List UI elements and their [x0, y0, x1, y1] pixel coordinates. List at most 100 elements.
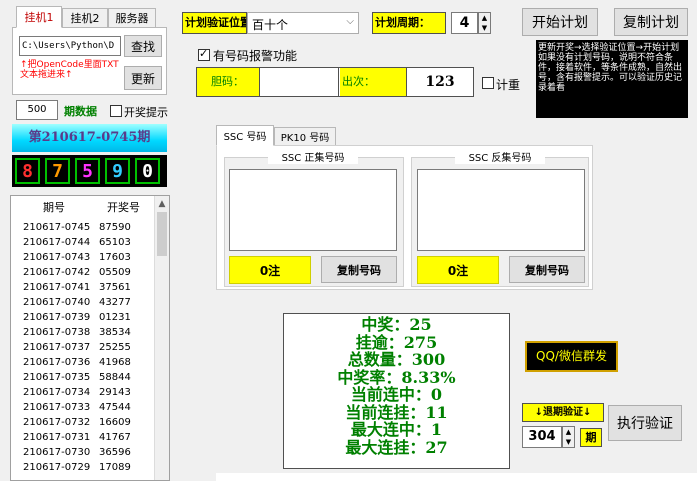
row-number: 58844 — [99, 372, 131, 383]
stepper-up-icon[interactable]: ▲ — [563, 427, 574, 437]
counter-checkbox[interactable] — [482, 77, 494, 89]
scroll-thumb[interactable] — [157, 212, 167, 256]
table-row[interactable]: 210617-0733 47544 — [11, 400, 169, 415]
row-issue: 210617-0738 — [23, 327, 91, 338]
row-number: 43277 — [99, 297, 131, 308]
backtest-label: ↓退期验证↓ — [522, 403, 604, 422]
update-button[interactable]: 更新 — [124, 66, 162, 90]
row-number: 47544 — [99, 402, 131, 413]
row-issue: 210617-0742 — [23, 267, 91, 278]
history-scrollbar[interactable]: ▲ — [154, 196, 169, 480]
digit-5: 0 — [135, 158, 160, 184]
table-row[interactable]: 210617-0736 41968 — [11, 355, 169, 370]
backtest-unit: 期 — [580, 428, 602, 447]
scroll-up-icon[interactable]: ▲ — [155, 196, 169, 212]
table-row[interactable]: 210617-0730 36596 — [11, 445, 169, 460]
stat-rate: 中奖率：8.33% — [337, 367, 456, 387]
negative-group-title: SSC 反集号码 — [455, 149, 545, 164]
stepper-down-icon[interactable]: ▼ — [563, 437, 574, 447]
path-input-value: C:\Users\Python\D — [22, 41, 115, 51]
history-header-issue: 期号 — [43, 201, 65, 214]
row-number: 17089 — [99, 462, 131, 473]
table-row[interactable]: 210617-0737 25255 — [11, 340, 169, 355]
table-row[interactable]: 210617-0743 17603 — [11, 250, 169, 265]
copy-positive-button[interactable]: 复制号码 — [321, 256, 397, 283]
stepper-up-icon[interactable]: ▲ — [479, 13, 490, 23]
history-rows: 210617-0745 87590 210617-0744 65103 210617-0… — [11, 220, 169, 475]
path-input[interactable]: C:\Users\Python\D — [19, 36, 121, 56]
stat-current-win: 当前连中：0 — [350, 385, 443, 404]
table-row[interactable]: 210617-0735 58844 — [11, 370, 169, 385]
chevron-down-icon: ⌵ — [346, 16, 354, 27]
table-row[interactable]: 210617-0729 17089 — [11, 460, 169, 475]
plan-cycle-input[interactable]: 4 — [451, 12, 478, 34]
stat-max-miss: 最大连挂：27 — [345, 437, 448, 457]
row-issue: 210617-0743 — [23, 252, 91, 263]
table-row[interactable]: 210617-0742 05509 — [11, 265, 169, 280]
row-number: 38534 — [99, 327, 131, 338]
backtest-stepper[interactable]: ▲ ▼ — [562, 426, 575, 448]
period-data-label: 期数据 — [64, 105, 97, 118]
period-count-input[interactable]: 500 — [16, 100, 58, 120]
digit-1: 8 — [15, 158, 40, 184]
table-row[interactable]: 210617-0745 87590 — [11, 220, 169, 235]
stepper-down-icon[interactable]: ▼ — [479, 23, 490, 33]
backtest-input[interactable]: 304 — [522, 426, 562, 448]
table-row[interactable]: 210617-0732 16609 — [11, 415, 169, 430]
table-row[interactable]: 210617-0731 41767 — [11, 430, 169, 445]
positive-code-area[interactable] — [229, 169, 397, 251]
bile-input[interactable] — [259, 68, 339, 96]
stat-total: 总数量：300 — [347, 350, 446, 369]
row-issue: 210617-0744 — [23, 237, 91, 248]
copy-negative-button[interactable]: 复制号码 — [509, 256, 585, 283]
tab-hangup-2[interactable]: 挂机2 — [62, 8, 108, 28]
row-issue: 210617-0734 — [23, 387, 91, 398]
table-row[interactable]: 210617-0744 65103 — [11, 235, 169, 250]
qq-wechat-button[interactable]: QQ/微信群发 — [525, 341, 618, 372]
row-number: 17603 — [99, 252, 131, 263]
execute-button[interactable]: 执行验证 — [608, 405, 682, 441]
backtest-value: 304 — [528, 429, 556, 444]
negative-code-area[interactable] — [417, 169, 585, 251]
table-row[interactable]: 210617-0734 29143 — [11, 385, 169, 400]
times-label: 出次： — [340, 68, 406, 96]
row-issue: 210617-0735 — [23, 372, 91, 383]
plan-cycle-label: 计划周期： — [372, 12, 446, 34]
copy-plan-button[interactable]: 复制计划 — [614, 8, 688, 36]
stat-win: 中奖：25 — [361, 315, 432, 334]
row-number: 37561 — [99, 282, 131, 293]
digit-2: 7 — [45, 158, 70, 184]
stat-max-win: 最大连中：1 — [350, 420, 443, 439]
row-number: 16609 — [99, 417, 131, 428]
row-number: 29143 — [99, 387, 131, 398]
find-button[interactable]: 查找 — [124, 35, 162, 57]
alarm-checkbox[interactable] — [198, 47, 210, 61]
table-row[interactable]: 210617-0739 01231 — [11, 310, 169, 325]
row-number: 25255 — [99, 342, 131, 353]
drag-hint: ↑把OpenCode里面TXT文本拖进来↑ — [20, 60, 119, 80]
row-issue: 210617-0739 — [23, 312, 91, 323]
plan-position-select[interactable]: 百十个 ⌵ — [247, 12, 359, 34]
table-row[interactable]: 210617-0741 37561 — [11, 280, 169, 295]
alarm-label: 有号码报警功能 — [213, 49, 298, 63]
positive-group-title: SSC 正集号码 — [268, 149, 358, 164]
row-number: 36596 — [99, 447, 131, 458]
tab-ssc-code[interactable]: SSC 号码 — [216, 125, 274, 146]
table-row[interactable]: 210617-0740 43277 — [11, 295, 169, 310]
row-issue: 210617-0740 — [23, 297, 91, 308]
tab-server[interactable]: 服务器 — [108, 8, 156, 28]
tab-hangup-1[interactable]: 挂机1 — [16, 6, 62, 28]
row-issue: 210617-0733 — [23, 402, 91, 413]
start-plan-button[interactable]: 开始计划 — [522, 8, 598, 36]
row-issue: 210617-0736 — [23, 357, 91, 368]
row-issue: 210617-0737 — [23, 342, 91, 353]
times-input[interactable]: 123 — [406, 68, 473, 96]
history-table[interactable]: 期号 开奖号 210617-0745 87590 210617-0744 65103 2… — [10, 195, 170, 481]
table-row[interactable]: 210617-0738 38534 — [11, 325, 169, 340]
history-header-number: 开奖号 — [107, 201, 140, 214]
tab-pk10-code[interactable]: PK10 号码 — [274, 127, 336, 146]
plan-cycle-value: 4 — [459, 15, 470, 31]
plan-cycle-stepper[interactable]: ▲ ▼ — [478, 12, 491, 34]
row-number: 01231 — [99, 312, 131, 323]
draw-notice-checkbox[interactable] — [110, 105, 122, 117]
